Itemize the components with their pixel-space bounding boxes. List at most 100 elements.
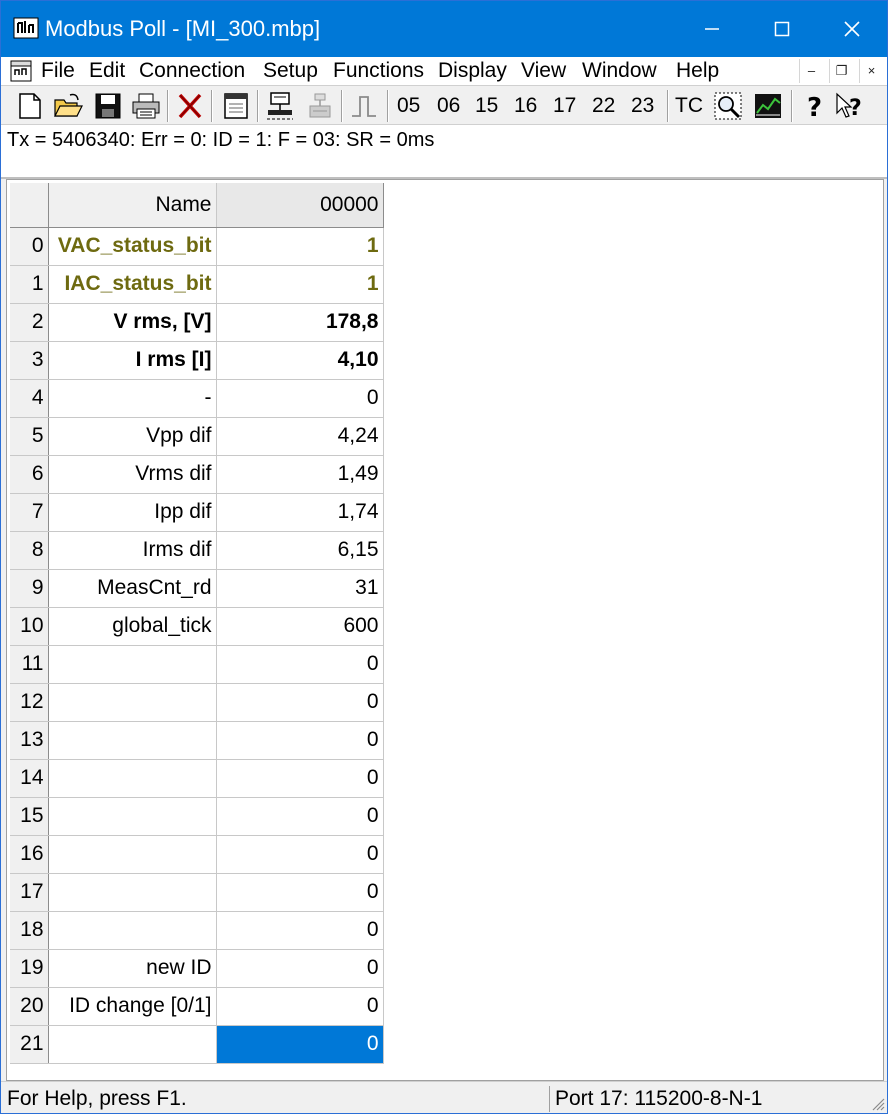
function-06-button[interactable]: 06: [437, 92, 460, 120]
row-index[interactable]: 19: [10, 949, 49, 988]
register-value-cell[interactable]: 4,10: [216, 341, 384, 380]
register-value-cell[interactable]: 0: [216, 911, 384, 950]
row-index[interactable]: 15: [10, 797, 49, 836]
menu-connection[interactable]: Connection: [139, 58, 245, 84]
register-name-cell[interactable]: [48, 759, 217, 798]
table-row[interactable]: 15 0: [10, 797, 384, 836]
menu-file[interactable]: File: [41, 58, 75, 84]
title-bar[interactable]: Modbus Poll - [MI_300.mbp]: [1, 1, 887, 57]
register-name-cell[interactable]: I rms [I]: [48, 341, 217, 380]
document-menu-icon[interactable]: [9, 59, 33, 83]
menu-edit[interactable]: Edit: [89, 58, 125, 84]
row-index[interactable]: 4: [10, 379, 49, 418]
row-index[interactable]: 0: [10, 227, 49, 266]
register-name-cell[interactable]: MeasCnt_rd: [48, 569, 217, 608]
register-name-cell[interactable]: Vpp dif: [48, 417, 217, 456]
register-value-cell[interactable]: 1,49: [216, 455, 384, 494]
row-index[interactable]: 9: [10, 569, 49, 608]
register-value-cell[interactable]: 0: [216, 987, 384, 1026]
minimize-button[interactable]: [677, 1, 747, 57]
table-row[interactable]: 12 0: [10, 683, 384, 722]
register-name-cell[interactable]: [48, 911, 217, 950]
row-index[interactable]: 10: [10, 607, 49, 646]
row-index[interactable]: 20: [10, 987, 49, 1026]
row-index[interactable]: 8: [10, 531, 49, 570]
row-index[interactable]: 2: [10, 303, 49, 342]
register-value-cell[interactable]: 0: [216, 379, 384, 418]
close-button[interactable]: [817, 1, 887, 57]
register-name-cell[interactable]: Vrms dif: [48, 455, 217, 494]
menu-window[interactable]: Window: [582, 58, 657, 84]
register-value-cell[interactable]: 1: [216, 265, 384, 304]
register-name-cell[interactable]: [48, 835, 217, 874]
register-value-cell[interactable]: 0: [216, 721, 384, 760]
table-row[interactable]: 8 Irms dif 6,15: [10, 531, 384, 570]
function-17-button[interactable]: 17: [553, 92, 576, 120]
table-row[interactable]: 20 ID change [0/1] 0: [10, 987, 384, 1026]
table-row[interactable]: 0 VAC_status_bit 1: [10, 227, 384, 266]
context-help-icon[interactable]: ?: [835, 91, 865, 121]
table-row[interactable]: 10 global_tick 600: [10, 607, 384, 646]
pulse-icon[interactable]: [349, 91, 379, 121]
register-value-cell[interactable]: 0: [216, 835, 384, 874]
register-name-cell[interactable]: Irms dif: [48, 531, 217, 570]
table-row[interactable]: 17 0: [10, 873, 384, 912]
help-icon[interactable]: ?: [799, 91, 829, 123]
table-row[interactable]: 14 0: [10, 759, 384, 798]
register-value-cell[interactable]: 1: [216, 227, 384, 266]
table-row[interactable]: 18 0: [10, 911, 384, 950]
register-name-cell[interactable]: [48, 797, 217, 836]
row-index[interactable]: 18: [10, 911, 49, 950]
register-name-cell[interactable]: new ID: [48, 949, 217, 988]
menu-help[interactable]: Help: [676, 58, 719, 84]
register-name-cell[interactable]: [48, 683, 217, 722]
register-name-cell[interactable]: ID change [0/1]: [48, 987, 217, 1026]
mdi-restore-button[interactable]: ❐: [829, 59, 853, 83]
register-name-cell[interactable]: Ipp dif: [48, 493, 217, 532]
value-column-header[interactable]: 00000: [216, 183, 384, 228]
register-value-cell[interactable]: 31: [216, 569, 384, 608]
chart-icon[interactable]: [753, 91, 783, 121]
register-name-cell[interactable]: IAC_status_bit: [48, 265, 217, 304]
register-name-cell[interactable]: [48, 873, 217, 912]
delete-icon[interactable]: [175, 91, 205, 121]
table-row[interactable]: 21 0: [10, 1025, 384, 1064]
mdi-close-button[interactable]: ×: [859, 59, 883, 83]
row-index[interactable]: 21: [10, 1025, 49, 1064]
function-15-button[interactable]: 15: [475, 92, 498, 120]
row-index[interactable]: 3: [10, 341, 49, 380]
table-row[interactable]: 6 Vrms dif 1,49: [10, 455, 384, 494]
row-index[interactable]: 6: [10, 455, 49, 494]
menu-functions[interactable]: Functions: [333, 58, 424, 84]
function-22-button[interactable]: 22: [592, 92, 615, 120]
tc-button[interactable]: TC: [675, 92, 703, 120]
name-column-header[interactable]: Name: [48, 183, 217, 228]
menu-display[interactable]: Display: [438, 58, 507, 84]
traffic-monitor-icon[interactable]: [713, 91, 743, 121]
row-index[interactable]: 5: [10, 417, 49, 456]
save-icon[interactable]: [93, 91, 123, 121]
register-value-cell[interactable]: 600: [216, 607, 384, 646]
open-folder-icon[interactable]: [53, 91, 83, 121]
register-value-cell[interactable]: 0: [216, 1025, 384, 1064]
table-row[interactable]: 1 IAC_status_bit 1: [10, 265, 384, 304]
register-name-cell[interactable]: -: [48, 379, 217, 418]
table-row[interactable]: 3I rms [I] 4,10: [10, 341, 384, 380]
register-value-cell[interactable]: 0: [216, 683, 384, 722]
table-row[interactable]: 19 new ID 0: [10, 949, 384, 988]
function-05-button[interactable]: 05: [397, 92, 420, 120]
row-index[interactable]: 13: [10, 721, 49, 760]
table-row[interactable]: 9 MeasCnt_rd 31: [10, 569, 384, 608]
table-row[interactable]: 5 Vpp dif 4,24: [10, 417, 384, 456]
connect-icon[interactable]: [265, 91, 295, 121]
row-index[interactable]: 16: [10, 835, 49, 874]
table-row[interactable]: 2V rms, [V] 178,8: [10, 303, 384, 342]
table-row[interactable]: 16 0: [10, 835, 384, 874]
register-value-cell[interactable]: 178,8: [216, 303, 384, 342]
register-value-cell[interactable]: 1,74: [216, 493, 384, 532]
register-value-cell[interactable]: 4,24: [216, 417, 384, 456]
menu-view[interactable]: View: [521, 58, 566, 84]
print-icon[interactable]: [131, 91, 161, 121]
grid-corner-cell[interactable]: [10, 183, 49, 228]
table-row[interactable]: 13 0: [10, 721, 384, 760]
